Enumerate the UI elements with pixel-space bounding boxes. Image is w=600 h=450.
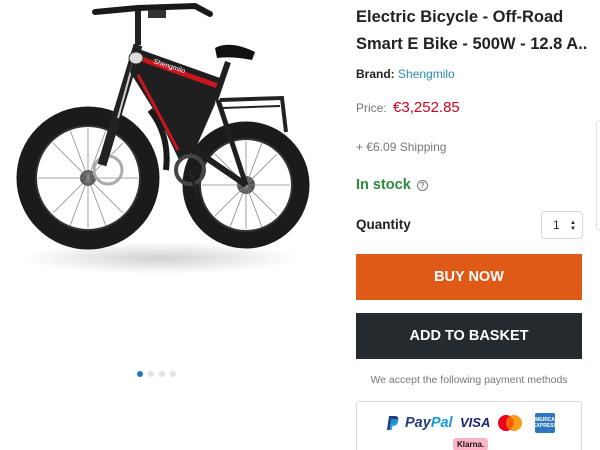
product-title-line-2: Smart E Bike - 500W - 12.8 A... <box>356 35 588 53</box>
paypal-word-1: Pay <box>405 415 431 431</box>
side-panel-edge <box>596 120 600 230</box>
question-circle-icon[interactable]: ? <box>416 179 428 191</box>
paypal-word-2: Pal <box>430 415 453 431</box>
gallery-dot-1[interactable] <box>137 371 143 377</box>
stepper-arrows-icon[interactable]: ▲ ▼ <box>570 220 576 232</box>
gallery-dot-4[interactable] <box>170 371 176 377</box>
brand-row: Brand: Shengmilo <box>356 67 455 81</box>
mastercard-logo <box>498 415 522 431</box>
gallery-pagination <box>137 371 176 377</box>
brand-link[interactable]: Shengmilo <box>398 67 455 81</box>
stock-status-label: In stock <box>356 177 411 193</box>
product-title: Electric Bicycle - Off-Road Smart E Bike… <box>356 4 588 58</box>
gallery-dot-2[interactable] <box>148 371 154 377</box>
add-to-basket-button[interactable]: ADD TO BASKET <box>356 313 582 359</box>
quantity-value: 1 <box>553 218 560 232</box>
payment-methods-box: PayPal VISA AMERICAN EXPRESS Klarna. <box>356 401 582 450</box>
klarna-logo: Klarna. <box>453 438 489 450</box>
stock-status: In stock ? <box>356 177 428 193</box>
price-row: Price: €3,252.85 <box>356 99 460 116</box>
quantity-stepper[interactable]: 1 ▲ ▼ <box>541 211 583 239</box>
brand-label: Brand: <box>356 67 395 81</box>
paypal-icon <box>387 416 399 430</box>
paypal-logo: PayPal <box>386 415 453 431</box>
price-value: €3,252.85 <box>393 99 460 116</box>
shipping-cost: + €6.09 Shipping <box>356 140 447 154</box>
amex-logo: AMERICAN EXPRESS <box>532 413 558 433</box>
price-label: Price: <box>356 101 387 115</box>
product-image[interactable]: Shengmilo <box>10 0 310 290</box>
buy-now-button[interactable]: BUY NOW <box>356 254 582 300</box>
product-gallery[interactable]: Shengmilo <box>0 0 330 390</box>
quantity-label: Quantity <box>356 217 411 232</box>
gallery-dot-3[interactable] <box>159 371 165 377</box>
visa-logo: VISA <box>460 415 491 430</box>
product-title-line-1: Electric Bicycle - Off-Road <box>356 8 564 26</box>
payment-methods-caption: We accept the following payment methods <box>370 374 568 386</box>
